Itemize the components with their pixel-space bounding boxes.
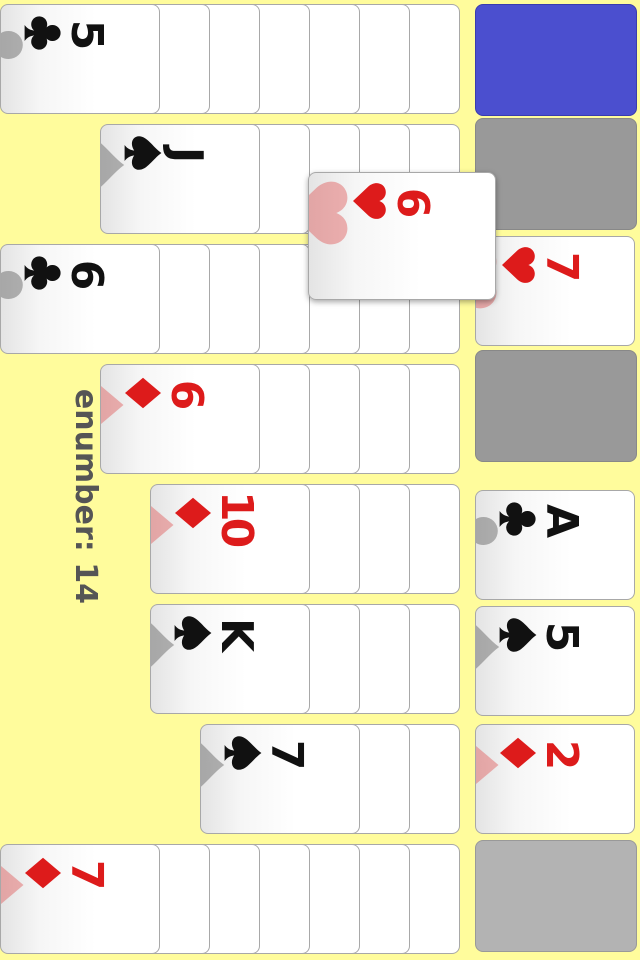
club-icon	[498, 499, 538, 539]
diamond-icon	[23, 853, 63, 893]
column-1-card[interactable]: 5	[0, 4, 160, 114]
empty-slot-2[interactable]	[475, 350, 637, 462]
card-rank: 10	[211, 491, 262, 545]
spade-icon	[101, 130, 127, 200]
card-rank: K	[211, 617, 262, 649]
club-icon	[1, 250, 27, 320]
spade-icon	[151, 610, 177, 680]
diamond-icon	[498, 733, 538, 773]
diamond-icon	[1, 850, 27, 920]
foundation-clubs[interactable]: A	[475, 490, 635, 600]
club-icon	[23, 13, 63, 53]
card-rank: J	[161, 146, 212, 160]
dragged-card[interactable]: 6	[308, 172, 496, 300]
diamond-icon	[123, 373, 163, 413]
stock-pile[interactable]	[475, 4, 637, 116]
diamond-icon	[173, 493, 213, 533]
game-board: enumber: 14 92381025QQ310J644685376KQJ10…	[0, 0, 640, 960]
column-7-card[interactable]: 7	[200, 724, 360, 834]
club-icon	[1, 10, 27, 80]
empty-slot-1[interactable]	[475, 118, 637, 230]
card-rank: 6	[61, 259, 112, 287]
empty-slot-3[interactable]	[475, 840, 637, 952]
column-8-card[interactable]: 7	[0, 844, 160, 954]
diamond-icon	[151, 490, 177, 560]
column-3-card[interactable]: 6	[0, 244, 160, 354]
card-rank: 2	[536, 739, 587, 767]
diamond-icon	[476, 730, 502, 800]
card-rank: 5	[536, 621, 587, 649]
card-rank: 5	[61, 19, 112, 47]
spade-icon	[498, 615, 538, 655]
card-rank: 7	[261, 739, 312, 767]
waste-pile[interactable]: 7	[475, 236, 635, 346]
card-rank: 6	[387, 187, 438, 215]
spade-icon	[201, 730, 227, 800]
column-2-card[interactable]: J	[100, 124, 260, 234]
foundation-diamonds[interactable]: 2	[475, 724, 635, 834]
spade-icon	[476, 612, 502, 682]
spade-icon	[173, 613, 213, 653]
column-5-card[interactable]: 10	[150, 484, 310, 594]
heart-icon	[498, 245, 538, 285]
game-number-label: enumber: 14	[68, 388, 103, 604]
column-6-card[interactable]: K	[150, 604, 310, 714]
card-rank: A	[536, 503, 587, 535]
club-icon	[476, 496, 502, 566]
spade-icon	[223, 733, 263, 773]
card-rank: 7	[61, 859, 112, 887]
foundation-spades[interactable]: 5	[475, 606, 635, 716]
heart-icon	[309, 178, 353, 248]
heart-icon	[349, 181, 389, 221]
card-rank: 7	[536, 251, 587, 279]
spade-icon	[123, 133, 163, 173]
card-rank: 6	[161, 379, 212, 407]
diamond-icon	[101, 370, 127, 440]
column-4-card[interactable]: 6	[100, 364, 260, 474]
club-icon	[23, 253, 63, 293]
